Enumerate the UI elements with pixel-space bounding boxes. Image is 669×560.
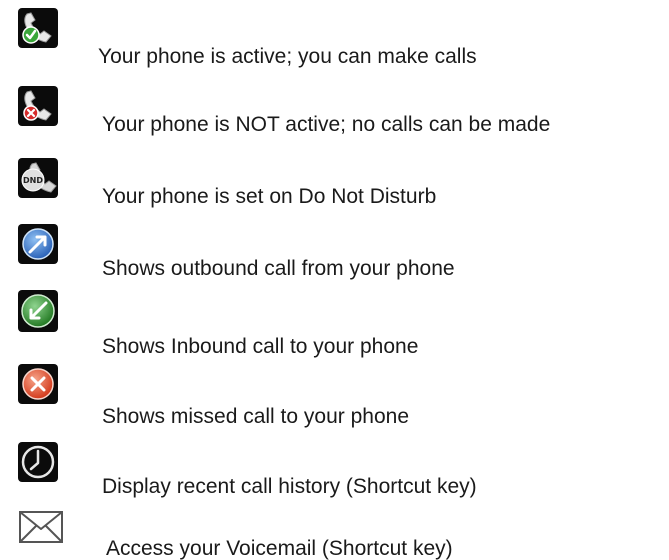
legend-label: Shows missed call to your phone xyxy=(102,405,409,428)
legend-label: Display recent call history (Shortcut ke… xyxy=(102,475,477,498)
dnd-icon: DND xyxy=(18,158,58,198)
phone-active-icon xyxy=(18,8,58,48)
outbound-call-icon xyxy=(18,224,58,264)
legend-label: Access your Voicemail (Shortcut key) xyxy=(106,537,453,560)
missed-call-icon xyxy=(18,364,58,404)
legend-label: Shows Inbound call to your phone xyxy=(102,335,419,358)
inbound-call-icon xyxy=(18,290,58,332)
dnd-text: DND xyxy=(23,176,43,185)
phone-inactive-icon xyxy=(18,86,58,126)
legend-label: Your phone is set on Do Not Disturb xyxy=(102,185,437,208)
legend-label: Your phone is active; you can make calls xyxy=(98,45,477,68)
legend-label: Your phone is NOT active; no calls can b… xyxy=(102,113,551,136)
clock-icon xyxy=(18,442,58,482)
legend-label: Shows outbound call from your phone xyxy=(102,257,455,280)
envelope-icon xyxy=(18,508,64,546)
icon-legend: Your phone is active; you can make calls… xyxy=(0,0,669,560)
